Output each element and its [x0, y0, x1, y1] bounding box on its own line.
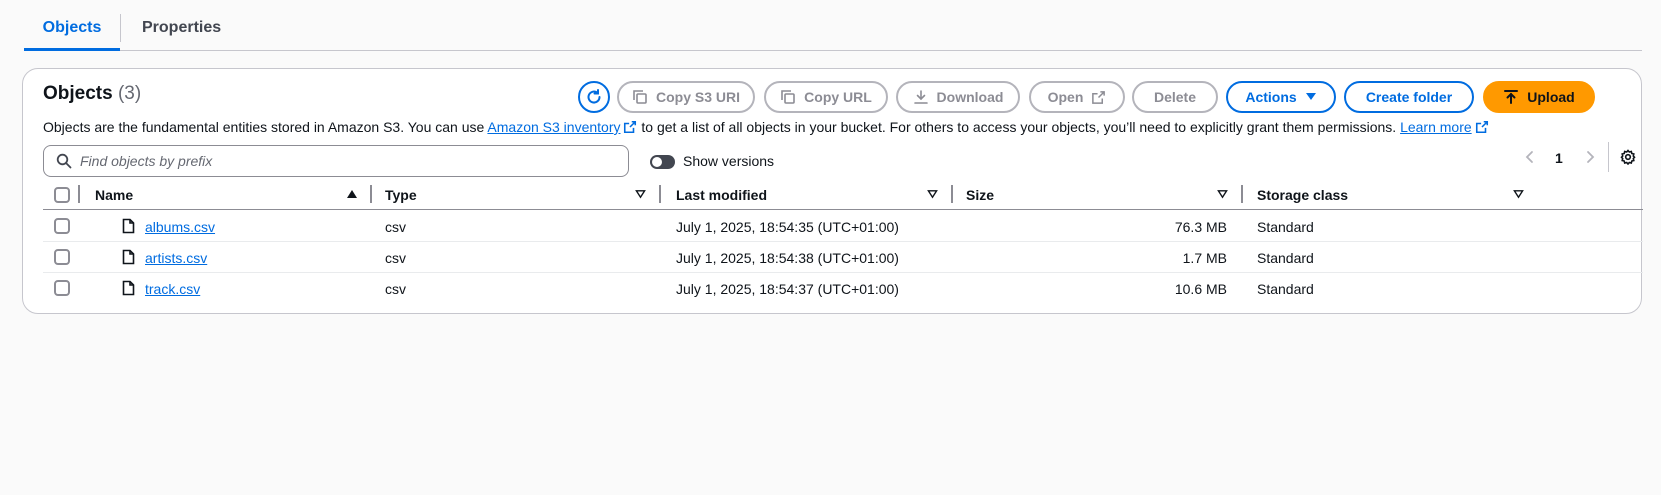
upload-label: Upload [1527, 89, 1575, 105]
refresh-icon [587, 89, 601, 104]
copy-url-button[interactable]: Copy URL [764, 81, 888, 113]
copy-url-label: Copy URL [804, 89, 872, 105]
search-box [43, 145, 629, 177]
object-storage-class: Standard [1257, 250, 1314, 266]
object-size: 10.6 MB [1174, 281, 1227, 297]
refresh-button[interactable] [578, 81, 610, 113]
object-type: csv [385, 281, 406, 297]
sort-ascending-icon[interactable] [346, 189, 358, 199]
tab-bar: Objects Properties [24, 0, 1642, 51]
external-link-icon [624, 120, 637, 134]
column-divider [659, 185, 661, 203]
learn-more-link[interactable]: Learn more [1400, 119, 1472, 135]
sort-icon[interactable] [927, 189, 938, 199]
column-divider [78, 185, 80, 203]
open-button[interactable]: Open [1029, 81, 1125, 113]
show-versions-label: Show versions [683, 153, 775, 169]
object-type: csv [385, 219, 406, 235]
chevron-right-icon[interactable] [1583, 149, 1597, 165]
tab-divider [120, 14, 121, 42]
file-icon [122, 280, 135, 296]
file-icon [122, 249, 135, 265]
actions-label: Actions [1245, 89, 1297, 105]
column-header-storage-class[interactable]: Storage class [1257, 187, 1348, 203]
delete-label: Delete [1153, 89, 1197, 105]
panel-description: Objects are the fundamental entities sto… [43, 119, 1623, 135]
download-label: Download [936, 89, 1004, 105]
current-page[interactable]: 1 [1555, 150, 1563, 166]
column-divider [951, 185, 953, 203]
tab-properties[interactable]: Properties [142, 0, 221, 50]
search-input[interactable] [80, 150, 620, 172]
select-all-checkbox[interactable] [54, 187, 70, 203]
row-checkbox[interactable] [54, 218, 70, 234]
file-icon [122, 218, 135, 234]
table-header: Name Type Last modified Size Storage cla… [43, 181, 1643, 210]
external-link-icon [1475, 120, 1488, 134]
object-type: csv [385, 250, 406, 266]
object-name-link[interactable]: track.csv [145, 281, 200, 297]
object-name-link[interactable]: artists.csv [145, 250, 207, 266]
copy-s3-uri-button[interactable]: Copy S3 URI [617, 81, 755, 113]
object-last-modified: July 1, 2025, 18:54:35 (UTC+01:00) [676, 219, 899, 235]
object-count: (3) [117, 83, 142, 104]
search-icon [56, 153, 72, 169]
description-text-1: Objects are the fundamental entities sto… [43, 119, 488, 135]
upload-icon [1504, 90, 1519, 104]
object-last-modified: July 1, 2025, 18:54:38 (UTC+01:00) [676, 250, 899, 266]
show-versions-toggle[interactable] [650, 155, 675, 169]
open-label: Open [1047, 89, 1084, 105]
chevron-left-icon[interactable] [1523, 149, 1537, 165]
delete-button[interactable]: Delete [1132, 81, 1218, 113]
row-checkbox[interactable] [54, 249, 70, 265]
copy-icon [781, 90, 795, 104]
copy-s3-uri-label: Copy S3 URI [655, 89, 740, 105]
pager-divider [1608, 142, 1609, 172]
objects-panel: Objects (3) Copy S3 URI Copy URL Downloa… [22, 68, 1643, 314]
s3-bucket-page: Objects Properties Objects (3) Copy S3 U… [0, 0, 1661, 495]
download-button[interactable]: Download [896, 81, 1020, 113]
sort-icon[interactable] [1217, 189, 1228, 199]
object-size: 76.3 MB [1174, 219, 1227, 235]
table-row: artists.csv csv July 1, 2025, 18:54:38 (… [43, 242, 1643, 273]
row-checkbox[interactable] [54, 280, 70, 296]
column-divider [370, 185, 372, 203]
create-folder-label: Create folder [1365, 89, 1453, 105]
column-header-type[interactable]: Type [385, 187, 417, 203]
table-row: track.csv csv July 1, 2025, 18:54:37 (UT… [43, 273, 1643, 304]
download-icon [913, 90, 928, 104]
object-size: 1.7 MB [1182, 250, 1227, 266]
column-divider [1241, 185, 1243, 203]
copy-icon [633, 90, 647, 104]
object-storage-class: Standard [1257, 219, 1314, 235]
panel-title: Objects (3) [43, 83, 141, 105]
gear-icon[interactable] [1620, 149, 1636, 165]
description-text-2: to get a list of all objects in your buc… [637, 119, 1401, 135]
external-link-icon [1092, 90, 1106, 104]
object-storage-class: Standard [1257, 281, 1314, 297]
create-folder-button[interactable]: Create folder [1344, 81, 1474, 113]
sort-icon[interactable] [635, 189, 646, 199]
tab-objects[interactable]: Objects [24, 0, 120, 51]
sort-icon[interactable] [1513, 189, 1524, 199]
column-header-size[interactable]: Size [966, 187, 994, 203]
s3-inventory-link[interactable]: Amazon S3 inventory [487, 119, 620, 135]
object-name-link[interactable]: albums.csv [145, 219, 215, 235]
column-header-last-modified[interactable]: Last modified [676, 187, 767, 203]
upload-button[interactable]: Upload [1483, 81, 1595, 113]
caret-down-icon [1305, 93, 1316, 100]
object-last-modified: July 1, 2025, 18:54:37 (UTC+01:00) [676, 281, 899, 297]
table-row: albums.csv csv July 1, 2025, 18:54:35 (U… [43, 211, 1643, 242]
actions-dropdown[interactable]: Actions [1226, 81, 1336, 113]
panel-title-text: Objects [43, 83, 113, 104]
column-header-name[interactable]: Name [95, 187, 133, 203]
